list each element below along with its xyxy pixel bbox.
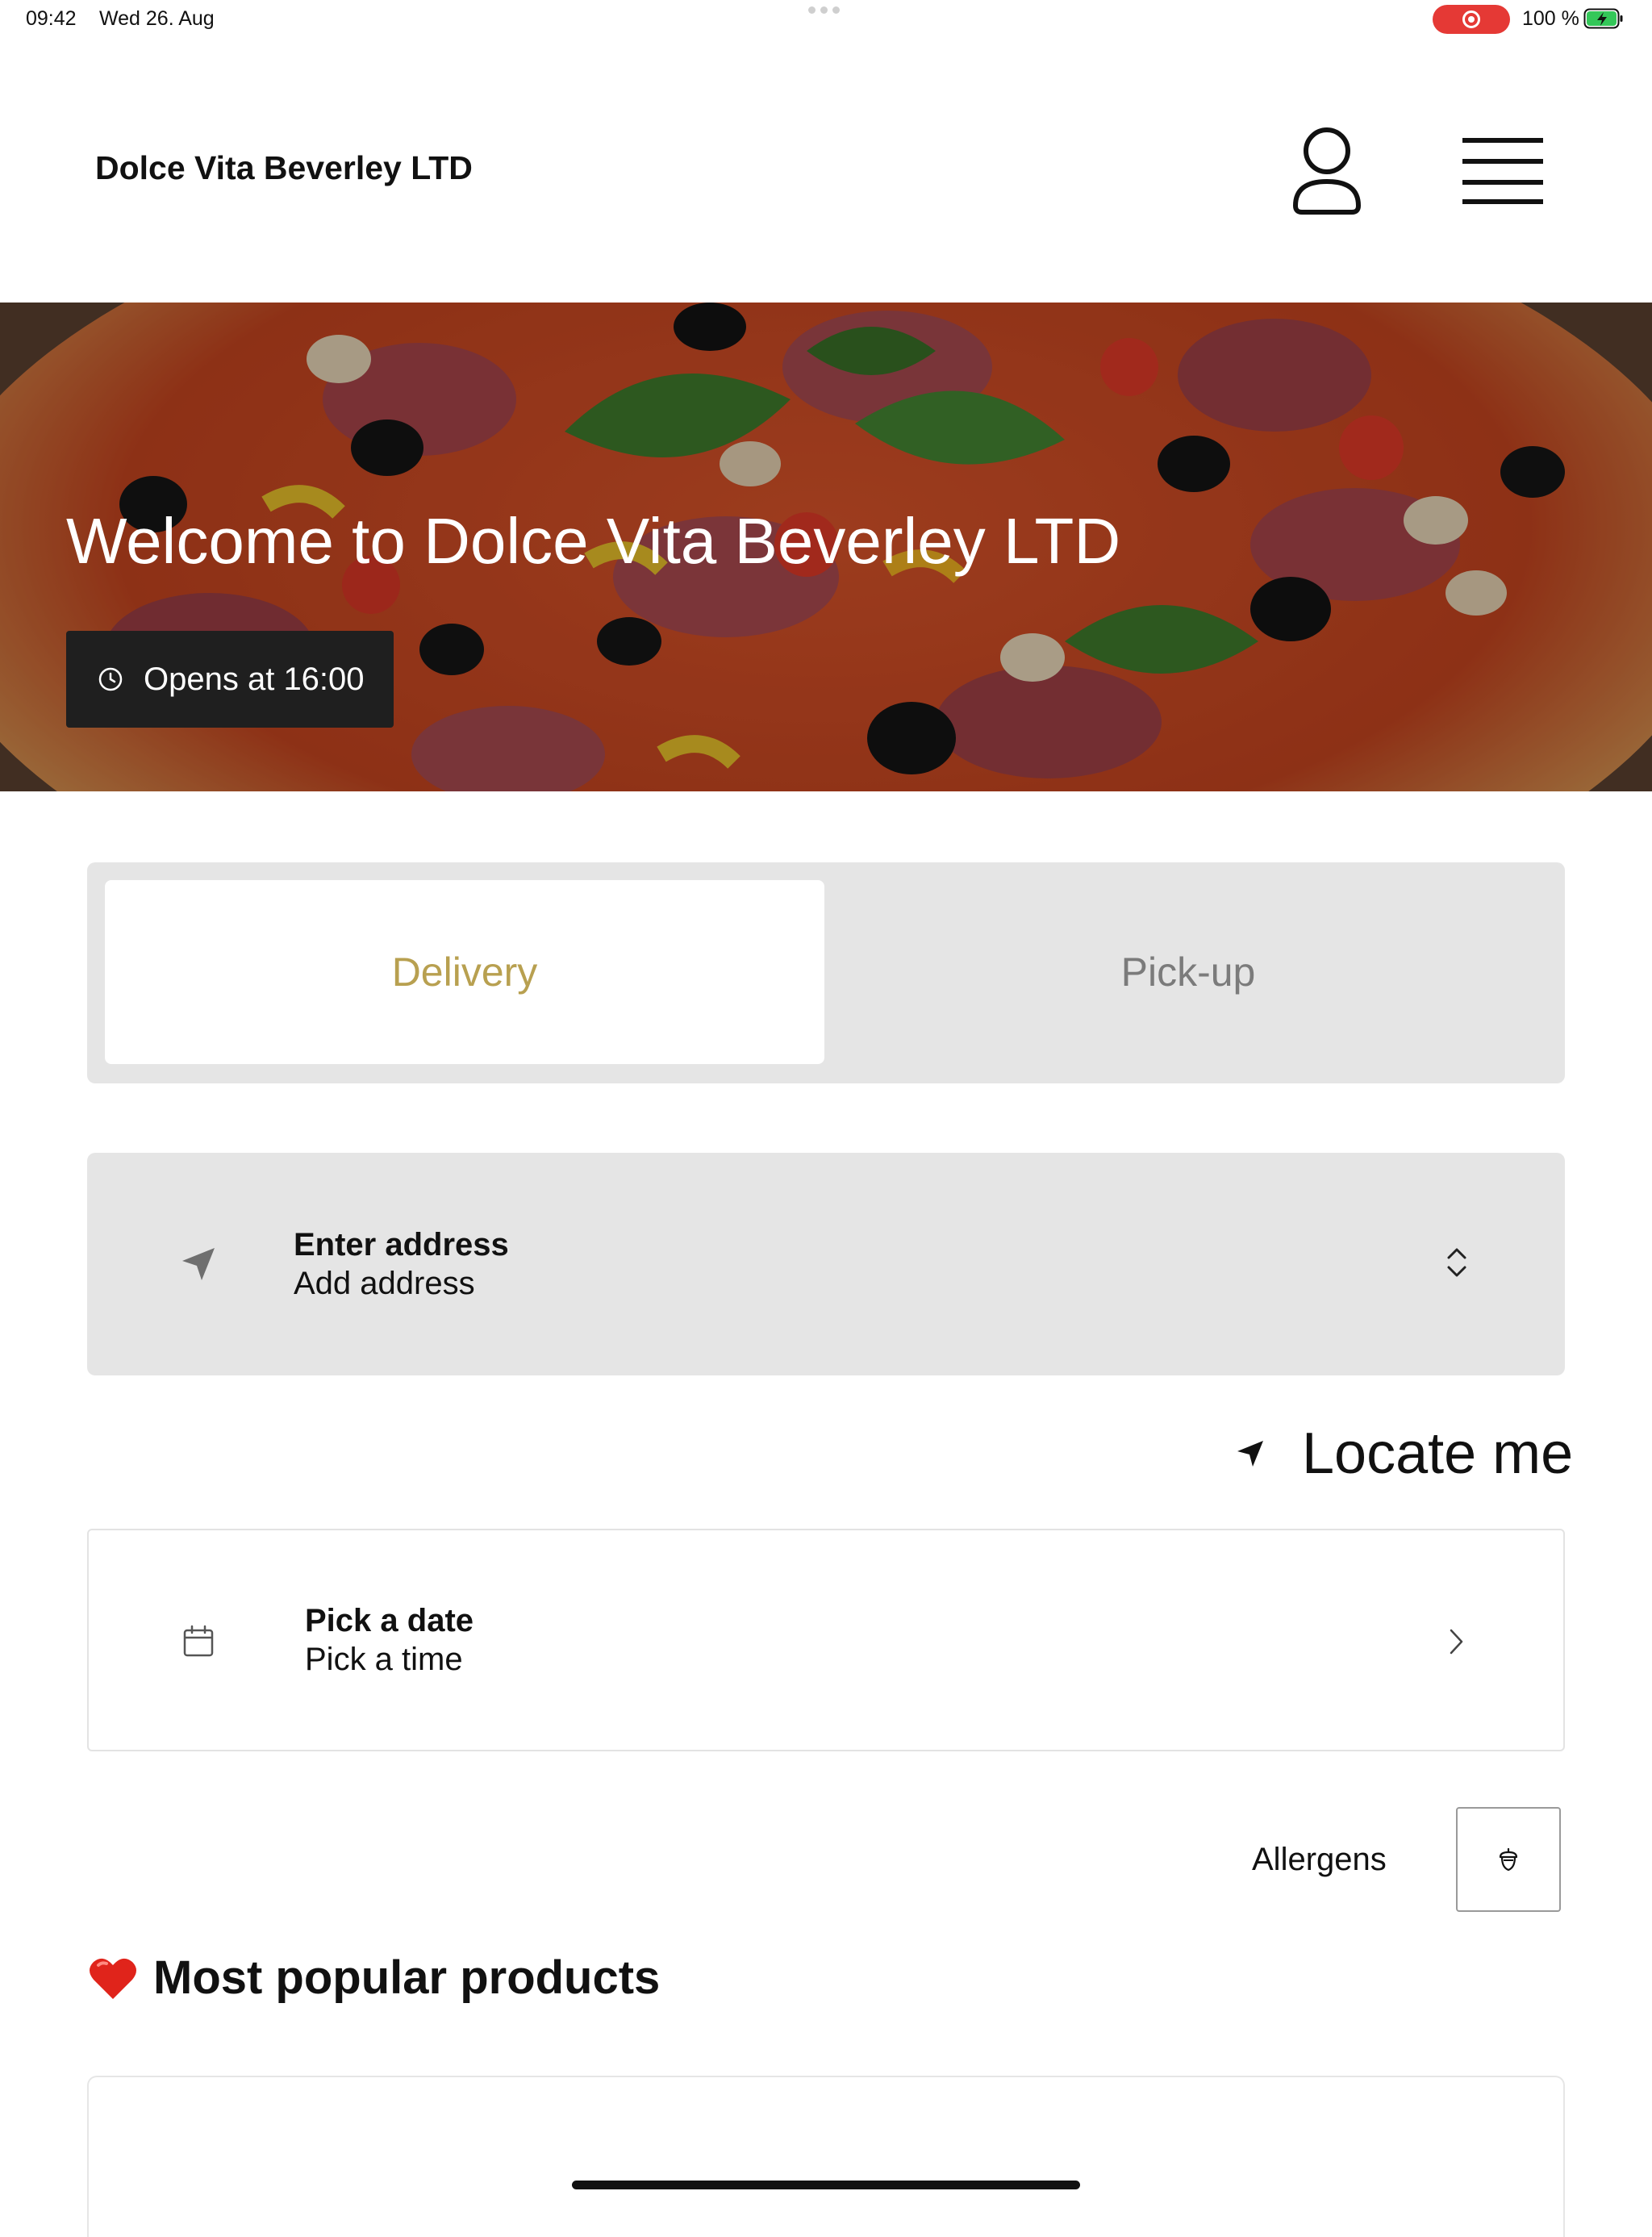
popular-products-heading: Most popular products [89, 1951, 660, 2005]
product-card[interactable] [87, 2076, 1565, 2237]
chevron-up-down-icon [1447, 1248, 1466, 1277]
multitasking-dots-icon[interactable] [808, 6, 840, 14]
restaurant-name: Dolce Vita Beverley LTD [95, 149, 473, 186]
status-date: Wed 26. Aug [99, 7, 215, 30]
time-subtitle: Pick a time [305, 1642, 463, 1677]
status-time: 09:42 [26, 7, 77, 30]
chevron-right-icon [1450, 1629, 1463, 1655]
locate-me-button[interactable]: Locate me [1234, 1421, 1573, 1486]
red-heart-icon [90, 1958, 136, 1999]
tab-delivery[interactable]: Delivery [105, 880, 824, 1064]
allergens-label: Allergens [1252, 1842, 1387, 1877]
status-bar: 09:42 Wed 26. Aug 100 % [0, 0, 1652, 39]
locate-me-label: Locate me [1302, 1421, 1574, 1486]
tab-pick-up[interactable]: Pick-up [829, 880, 1547, 1064]
order-mode-toggle: Delivery Pick-up [87, 862, 1565, 1083]
hamburger-menu-icon [1462, 138, 1543, 204]
location-arrow-icon [1237, 1441, 1263, 1467]
address-subtitle: Add address [294, 1266, 475, 1301]
battery-percentage: 100 % [1522, 7, 1579, 30]
hero-banner: Welcome to Dolce Vita Beverley LTD Opens… [0, 303, 1652, 791]
date-time-selector[interactable]: Pick a date Pick a time [87, 1529, 1565, 1751]
date-title: Pick a date [305, 1603, 474, 1638]
person-icon [1292, 127, 1362, 215]
popular-products-title: Most popular products [153, 1951, 661, 2004]
location-arrow-icon [182, 1248, 215, 1280]
account-button[interactable] [1283, 123, 1371, 219]
opening-hours-text: Opens at 16:00 [144, 661, 365, 697]
calendar-icon [183, 1625, 214, 1657]
allergens-button[interactable] [1456, 1807, 1561, 1912]
address-selector[interactable]: Enter address Add address [87, 1153, 1565, 1375]
acorn-icon [1499, 1847, 1518, 1872]
address-title: Enter address [294, 1227, 509, 1262]
menu-button[interactable] [1458, 123, 1547, 219]
clock-icon [98, 667, 123, 691]
opening-hours-badge: Opens at 16:00 [66, 631, 394, 728]
welcome-title: Welcome to Dolce Vita Beverley LTD [66, 505, 1121, 577]
battery-charging-icon [1583, 8, 1623, 29]
home-indicator[interactable] [572, 2181, 1080, 2189]
screen-recording-indicator[interactable] [1433, 5, 1510, 34]
